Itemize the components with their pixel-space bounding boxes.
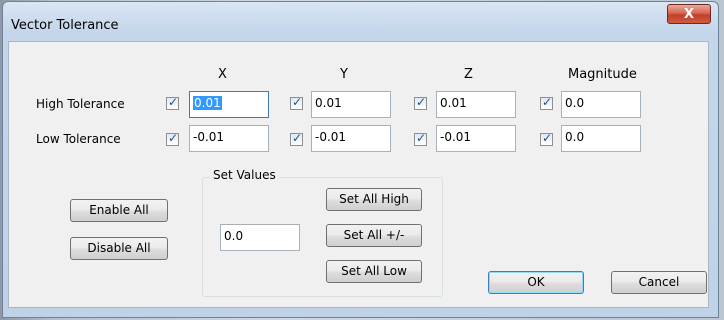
low-magnitude-checkbox[interactable] [540, 131, 553, 146]
high-magnitude-field[interactable]: 0.0 [561, 91, 641, 118]
low-x-checkbox[interactable] [166, 131, 179, 146]
column-header-x: X [218, 67, 227, 82]
high-x-field[interactable]: 0.01 [189, 91, 269, 118]
low-x-field[interactable]: -0.01 [189, 125, 269, 152]
column-header-magnitude: Magnitude [568, 67, 637, 82]
low-tolerance-label: Low Tolerance [36, 132, 121, 146]
set-values-group-title: Set Values [210, 168, 279, 182]
high-y-checkbox[interactable] [290, 95, 303, 110]
low-z-field[interactable]: -0.01 [436, 125, 516, 152]
set-value-field[interactable]: 0.0 [220, 224, 300, 251]
set-all-high-button[interactable]: Set All High [326, 188, 422, 211]
column-header-y: Y [340, 67, 348, 82]
disable-all-button[interactable]: Disable All [70, 237, 168, 260]
high-x-checkbox[interactable] [166, 95, 179, 110]
high-y-field[interactable]: 0.01 [311, 91, 391, 118]
low-z-checkbox[interactable] [414, 131, 427, 146]
ok-button[interactable]: OK [488, 271, 584, 294]
high-z-field[interactable]: 0.01 [436, 91, 516, 118]
close-button[interactable]: X [667, 4, 711, 24]
high-tolerance-label: High Tolerance [36, 97, 125, 111]
dialog-title: Vector Tolerance [11, 18, 119, 33]
low-y-field[interactable]: -0.01 [311, 125, 391, 152]
column-header-z: Z [464, 67, 473, 82]
low-magnitude-field[interactable]: 0.0 [561, 125, 641, 152]
high-magnitude-checkbox[interactable] [540, 95, 553, 110]
high-z-checkbox[interactable] [414, 95, 427, 110]
cancel-button[interactable]: Cancel [611, 271, 707, 294]
set-all-low-button[interactable]: Set All Low [326, 260, 422, 283]
enable-all-button[interactable]: Enable All [70, 199, 168, 222]
low-y-checkbox[interactable] [290, 131, 303, 146]
set-all-plus-minus-button[interactable]: Set All +/- [326, 224, 422, 247]
